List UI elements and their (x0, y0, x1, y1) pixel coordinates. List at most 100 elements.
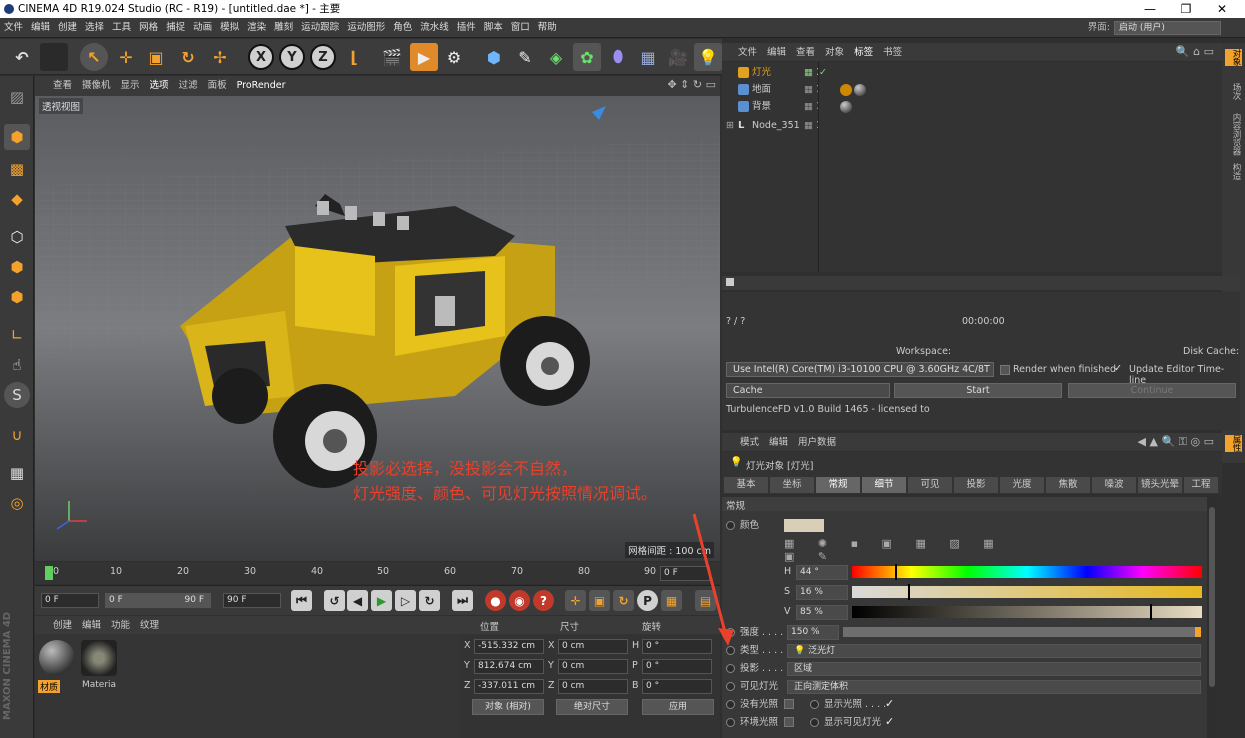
light-icon[interactable]: 💡 (694, 43, 722, 71)
tab-noise[interactable]: 噪波 (1092, 477, 1136, 493)
value-slider-knob[interactable] (1149, 604, 1152, 620)
color-swatch[interactable] (784, 519, 824, 532)
object-row-background[interactable]: 背景 ▦ ⁚ (722, 98, 1222, 115)
intensity-slider-fill[interactable] (843, 627, 1201, 637)
object-name[interactable]: Node_351 (752, 117, 800, 134)
panel-grip-icon[interactable] (726, 278, 734, 286)
render-view-icon[interactable]: 🎬 (378, 43, 406, 71)
visibility-icon[interactable]: ▦ ⁚ (804, 81, 819, 98)
show-visible-check-icon[interactable]: ✓ (885, 715, 894, 728)
object-menu-objects[interactable]: 对象 (820, 43, 849, 63)
timeline-ruler[interactable]: 0 10 20 30 40 50 60 70 80 90 0 F (35, 562, 720, 584)
ambient-animate-radio[interactable] (726, 718, 735, 727)
pos-y-field[interactable]: 812.674 cm (474, 659, 544, 674)
attr-menu-mode[interactable]: 模式 (722, 433, 764, 453)
material-tag-icon[interactable] (854, 84, 866, 96)
camera-icon[interactable]: 🎥 (664, 43, 692, 71)
menu-motion-tracker[interactable]: 运动跟踪 (297, 18, 343, 38)
viewport-menu-panel[interactable]: 面板 (203, 76, 232, 96)
object-row-floor[interactable]: 地面 ▦ ⁚ (722, 81, 1222, 98)
tab-basic[interactable]: 基本 (724, 477, 768, 493)
start-button[interactable]: Start (894, 383, 1062, 398)
intensity-field[interactable]: 150 % (787, 625, 839, 640)
go-to-start-icon[interactable]: ⏮ (291, 590, 312, 611)
previous-frame-icon[interactable]: ◀ (347, 590, 368, 611)
tab-shadow[interactable]: 投影 (954, 477, 998, 493)
shadow-animate-radio[interactable] (726, 664, 735, 673)
rot-b-field[interactable]: 0 ° (642, 679, 712, 694)
visible-light-animate-radio[interactable] (726, 682, 735, 691)
viewport-menu-options[interactable]: 选项 (145, 76, 174, 96)
points-mode-icon[interactable]: ⬡ (4, 224, 30, 250)
menu-plugins[interactable]: 插件 (453, 18, 480, 38)
snap-icon[interactable]: S (4, 382, 30, 408)
tab-coordinates[interactable]: 坐标 (770, 477, 814, 493)
viewport-menu-display[interactable]: 显示 (116, 76, 145, 96)
compositing-tag-icon[interactable] (840, 84, 852, 96)
autokey-icon[interactable]: ◉ (509, 590, 530, 611)
no-light-checkbox[interactable] (784, 699, 794, 709)
subdivision-icon[interactable]: ◈ (542, 43, 570, 71)
color-picker-mode-icons[interactable]: ▦ ✺ ▪ ▣ ▦ ▨ ▦ ▣ ✎ (784, 537, 1034, 563)
move-tool-icon[interactable]: ✛ (112, 43, 140, 71)
tab-attributes[interactable]: 属性 (1225, 435, 1242, 452)
tab-lens-glow[interactable]: 镜头光晕 (1138, 477, 1182, 493)
object-menu-view[interactable]: 查看 (791, 43, 820, 63)
planar-workplane-icon[interactable]: ◎ (4, 490, 30, 516)
object-menu-bookmarks[interactable]: 书签 (878, 43, 907, 63)
menu-sculpt[interactable]: 雕刻 (270, 18, 297, 38)
timeline-cursor[interactable] (45, 566, 53, 580)
viewport-menu-cameras[interactable]: 摄像机 (77, 76, 116, 96)
object-name[interactable]: 背景 (752, 98, 771, 115)
value-field[interactable]: 85 % (796, 605, 848, 620)
material-menu-texture[interactable]: 纹理 (135, 616, 164, 636)
preview-end-field[interactable]: 90 F (145, 593, 211, 608)
magnet-icon[interactable]: ∪ (4, 422, 30, 448)
menu-mograph[interactable]: 运动图形 (343, 18, 389, 38)
coordinate-system-icon[interactable]: ⌊ (340, 43, 368, 71)
go-to-end-icon[interactable]: ⏭ (452, 590, 473, 611)
scale-tool-icon[interactable]: ▣ (142, 43, 170, 71)
visibility-icon[interactable]: ▦ ⁚ (804, 117, 819, 134)
menu-edit[interactable]: 编辑 (27, 18, 54, 38)
material-tag-icon[interactable] (840, 101, 852, 113)
recent-tool-icon[interactable]: ✢ (206, 43, 234, 71)
preview-start-field[interactable]: 0 F (105, 593, 145, 608)
tab-objects[interactable]: 对象 (1225, 49, 1242, 66)
device-select[interactable]: Use Intel(R) Core(TM) i3-10100 CPU @ 3.6… (726, 362, 994, 377)
tab-content-browser[interactable]: 内容浏览器 (1225, 113, 1242, 156)
deformer-icon[interactable]: ⬮ (604, 43, 632, 71)
cache-select[interactable]: Cache (726, 383, 890, 398)
tab-structure[interactable]: 构造 (1225, 163, 1242, 180)
material-name-1[interactable]: 材质 (38, 680, 61, 693)
visibility-icon[interactable]: ▦ ⁚ (804, 98, 819, 115)
floor-icon[interactable]: ▦ (634, 43, 662, 71)
continue-button[interactable]: Continue (1068, 383, 1236, 398)
attr-menu-edit[interactable]: 编辑 (764, 433, 793, 453)
maximize-button[interactable]: ❐ (1171, 0, 1201, 18)
previous-key-icon[interactable]: ↺ (324, 590, 345, 611)
key-rotation-icon[interactable]: ↻ (613, 590, 634, 611)
shadow-select[interactable]: 区域 (787, 662, 1201, 676)
undo-icon[interactable]: ↶ (8, 43, 36, 71)
apply-button[interactable]: 应用 (642, 699, 714, 715)
z-axis-lock-button[interactable]: Z (310, 44, 336, 70)
size-mode-select[interactable]: 绝对尺寸 (556, 699, 628, 715)
tab-project[interactable]: 工程 (1184, 477, 1218, 493)
saturation-slider-knob[interactable] (908, 584, 910, 600)
menu-mesh[interactable]: 网格 (135, 18, 162, 38)
end-frame-field[interactable]: 90 F (223, 593, 281, 608)
texture-mode-icon[interactable]: ▩ (4, 156, 30, 182)
attribute-scrollbar-thumb[interactable] (1209, 507, 1215, 687)
key-pla-icon[interactable]: ▦ (661, 590, 682, 611)
object-name[interactable]: 地面 (752, 81, 771, 98)
attr-menu-user-data[interactable]: 用户数据 (793, 433, 841, 453)
menu-select[interactable]: 选择 (81, 18, 108, 38)
key-scale-icon[interactable]: ▣ (589, 590, 610, 611)
material-menu-function[interactable]: 功能 (106, 616, 135, 636)
saturation-field[interactable]: 16 % (796, 585, 848, 600)
pen-icon[interactable]: ✎ (511, 43, 539, 71)
select-tool-icon[interactable]: ↖ (80, 43, 108, 71)
tab-caustics[interactable]: 焦散 (1046, 477, 1090, 493)
axis-mode-icon[interactable]: ∟ (4, 322, 30, 348)
